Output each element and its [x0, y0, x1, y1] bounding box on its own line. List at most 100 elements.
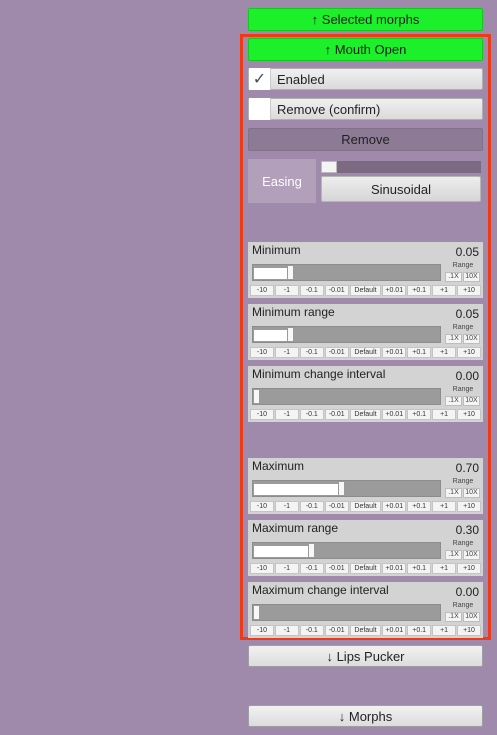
- step-button[interactable]: +0.1: [407, 285, 432, 296]
- step-button[interactable]: +10: [457, 625, 481, 636]
- step-button[interactable]: -0.1: [299, 625, 324, 636]
- slider-fill: [254, 268, 291, 279]
- remove-confirm-toggle[interactable]: Remove (confirm): [248, 98, 483, 120]
- range-down-button[interactable]: .1X: [445, 488, 462, 498]
- step-button[interactable]: +1: [432, 409, 457, 420]
- checkmark-icon: ✓: [252, 71, 267, 88]
- step-button[interactable]: +0.1: [407, 563, 432, 574]
- step-button[interactable]: +10: [457, 409, 481, 420]
- step-button[interactable]: +10: [457, 563, 481, 574]
- step-button[interactable]: +0.01: [382, 347, 407, 358]
- step-button[interactable]: +0.1: [407, 347, 432, 358]
- slider-minimum: Minimum 0.05 Range .1X 10X -10 -1 -0.1 -0.0…: [248, 242, 483, 298]
- step-button[interactable]: +10: [457, 501, 481, 512]
- lips-pucker-button[interactable]: ↓ Lips Pucker: [248, 645, 483, 667]
- step-button[interactable]: +0.01: [382, 501, 407, 512]
- step-button[interactable]: -10: [250, 625, 274, 636]
- step-button[interactable]: -0.01: [324, 347, 349, 358]
- slider-track[interactable]: [252, 604, 441, 621]
- step-button[interactable]: -1: [274, 285, 299, 296]
- range-up-button[interactable]: 10X: [463, 612, 480, 622]
- step-button[interactable]: -0.1: [299, 285, 324, 296]
- step-button[interactable]: Default: [349, 409, 382, 420]
- range-up-button[interactable]: 10X: [463, 396, 480, 406]
- step-button[interactable]: -0.01: [324, 625, 349, 636]
- range-up-button[interactable]: 10X: [463, 334, 480, 344]
- slider-knob[interactable]: [308, 543, 315, 558]
- step-button[interactable]: -10: [250, 501, 274, 512]
- slider-track[interactable]: [252, 326, 441, 343]
- remove-confirm-checkbox[interactable]: [249, 98, 271, 120]
- step-button[interactable]: -0.01: [324, 501, 349, 512]
- step-button[interactable]: +1: [432, 625, 457, 636]
- range-down-button[interactable]: .1X: [445, 334, 462, 344]
- slider-knob[interactable]: [287, 327, 294, 342]
- range-down-button[interactable]: .1X: [445, 612, 462, 622]
- step-button[interactable]: +1: [432, 501, 457, 512]
- step-button[interactable]: +0.1: [407, 409, 432, 420]
- step-button[interactable]: -1: [274, 347, 299, 358]
- mouth-open-button[interactable]: ↑ Mouth Open: [248, 38, 483, 61]
- slider-value: 0.30: [455, 523, 479, 537]
- selected-morphs-button[interactable]: ↑ Selected morphs: [248, 8, 483, 31]
- step-button[interactable]: Default: [349, 563, 382, 574]
- step-button[interactable]: +0.1: [407, 501, 432, 512]
- step-button[interactable]: Default: [349, 285, 382, 296]
- morphs-button[interactable]: ↓ Morphs: [248, 705, 483, 727]
- step-button[interactable]: -10: [250, 409, 274, 420]
- slider-track[interactable]: [252, 264, 441, 281]
- step-buttons: -10 -1 -0.1 -0.01 Default +0.01 +0.1 +1 +10: [250, 563, 481, 574]
- easing-label: Easing: [248, 159, 316, 203]
- range-up-button[interactable]: 10X: [463, 550, 480, 560]
- step-button[interactable]: +10: [457, 285, 481, 296]
- slider-track[interactable]: [252, 480, 441, 497]
- step-button[interactable]: -0.1: [299, 563, 324, 574]
- range-up-button[interactable]: 10X: [463, 488, 480, 498]
- step-button[interactable]: -0.1: [299, 409, 324, 420]
- step-button[interactable]: -10: [250, 347, 274, 358]
- step-button[interactable]: -0.1: [299, 501, 324, 512]
- step-button[interactable]: Default: [349, 347, 382, 358]
- slider-minimum-range: Minimum range 0.05 Range .1X 10X -10 -1 -0…: [248, 304, 483, 360]
- range-up-button[interactable]: 10X: [463, 272, 480, 282]
- step-button[interactable]: -10: [250, 563, 274, 574]
- step-button[interactable]: +0.1: [407, 625, 432, 636]
- easing-slider-handle[interactable]: [321, 161, 337, 173]
- step-button[interactable]: +1: [432, 563, 457, 574]
- step-button[interactable]: -1: [274, 501, 299, 512]
- slider-knob[interactable]: [253, 389, 260, 404]
- step-button[interactable]: -10: [250, 285, 274, 296]
- step-button[interactable]: -1: [274, 563, 299, 574]
- step-button[interactable]: +0.01: [382, 563, 407, 574]
- slider-knob[interactable]: [253, 605, 260, 620]
- step-button[interactable]: -0.01: [324, 285, 349, 296]
- slider-fill: [254, 330, 291, 341]
- step-button[interactable]: -0.01: [324, 563, 349, 574]
- step-button[interactable]: -0.1: [299, 347, 324, 358]
- slider-maximum-change-interval: Maximum change interval 0.00 Range .1X 1…: [248, 582, 483, 638]
- step-button[interactable]: +0.01: [382, 409, 407, 420]
- slider-knob[interactable]: [338, 481, 345, 496]
- enabled-toggle[interactable]: ✓ Enabled: [248, 68, 483, 90]
- step-button[interactable]: +1: [432, 285, 457, 296]
- range-down-button[interactable]: .1X: [445, 550, 462, 560]
- range-down-button[interactable]: .1X: [445, 272, 462, 282]
- slider-track[interactable]: [252, 388, 441, 405]
- step-button[interactable]: Default: [349, 501, 382, 512]
- step-button[interactable]: -1: [274, 625, 299, 636]
- step-button[interactable]: -1: [274, 409, 299, 420]
- range-control: Range .1X 10X: [445, 386, 481, 408]
- easing-dropdown[interactable]: Sinusoidal: [321, 176, 481, 202]
- step-button[interactable]: +1: [432, 347, 457, 358]
- step-button[interactable]: +0.01: [382, 625, 407, 636]
- step-button[interactable]: +10: [457, 347, 481, 358]
- remove-button[interactable]: Remove: [248, 128, 483, 151]
- easing-slider[interactable]: [321, 161, 481, 173]
- step-button[interactable]: -0.01: [324, 409, 349, 420]
- slider-track[interactable]: [252, 542, 441, 559]
- step-button[interactable]: +0.01: [382, 285, 407, 296]
- step-button[interactable]: Default: [349, 625, 382, 636]
- range-down-button[interactable]: .1X: [445, 396, 462, 406]
- slider-knob[interactable]: [287, 265, 294, 280]
- enabled-checkbox[interactable]: ✓: [249, 68, 271, 90]
